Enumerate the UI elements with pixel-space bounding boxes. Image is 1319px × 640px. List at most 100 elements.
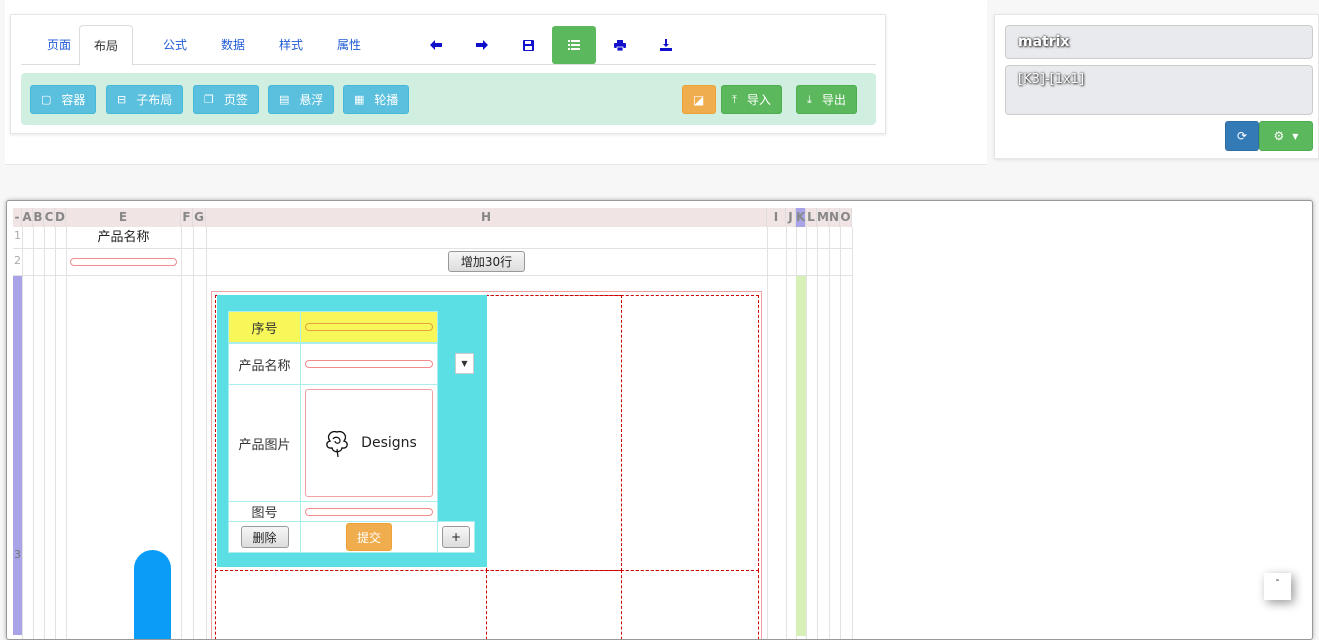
box-icon: ⊟ [117, 93, 127, 106]
tab-formula[interactable]: 公式 [149, 25, 201, 65]
grid-line [786, 227, 787, 639]
selected-cell-k3[interactable] [796, 276, 806, 636]
export-button[interactable]: ⤓ 导出 [796, 85, 857, 114]
tabpage-button[interactable]: ❐ 页签 [193, 85, 259, 114]
export-icon: ⤓ [807, 92, 812, 106]
grid-line [13, 275, 853, 276]
delete-button[interactable]: 删除 [240, 526, 289, 548]
grid-line [181, 227, 182, 639]
download-icon[interactable] [644, 25, 688, 65]
col-header-m[interactable]: M [817, 208, 829, 227]
serial-input[interactable] [305, 323, 433, 331]
grid-line [840, 227, 841, 639]
col-header-g[interactable]: G [193, 208, 206, 227]
col-header-n[interactable]: N [829, 208, 840, 227]
col-header-d[interactable]: D [55, 208, 66, 227]
tab-property[interactable]: 属性 [323, 25, 375, 65]
floating-button[interactable]: ▤ 悬浮 [268, 85, 335, 114]
col-header-j[interactable]: J [786, 208, 796, 227]
grid-line [817, 227, 818, 639]
tab-bar: 页面 布局 公式 数据 样式 属性 [21, 25, 876, 66]
arrow-right-icon[interactable] [460, 25, 504, 65]
container-button[interactable]: ▢ 容器 [30, 85, 97, 114]
sublayout-button[interactable]: ⊟ 子布局 [106, 85, 184, 114]
grid-line [852, 227, 853, 639]
rose-logo-icon [326, 430, 349, 458]
square-icon: ▢ [41, 93, 52, 106]
copy-icon: ❐ [204, 93, 214, 106]
product-name-header: 产品名称 [97, 230, 150, 245]
layout-region [486, 570, 622, 639]
serial-label: 序号 [228, 311, 301, 343]
product-name-cell [300, 343, 438, 385]
arrow-left-icon[interactable] [414, 25, 458, 65]
import-button[interactable]: ⤒ 导入 [721, 85, 782, 114]
film-icon: ▦ [354, 93, 365, 106]
caret-down-icon: ▼ [461, 359, 468, 368]
col-header-l[interactable]: L [806, 208, 817, 227]
grid-line [193, 227, 194, 639]
list-icon[interactable] [552, 26, 596, 64]
col-header-b[interactable]: B [33, 208, 44, 227]
add-cell: + [437, 521, 475, 553]
submit-button[interactable]: 提交 [346, 523, 392, 551]
grid-line [206, 227, 207, 639]
row-header-2[interactable]: 2 [13, 254, 22, 267]
grid-line [806, 227, 807, 639]
decorative-shape [134, 550, 171, 639]
col-header-h[interactable]: H [206, 208, 767, 227]
save-icon[interactable] [506, 25, 550, 65]
grid-line [767, 227, 768, 639]
row-header-1[interactable]: 1 [13, 229, 22, 242]
drawing-no-label: 图号 [228, 501, 301, 522]
print-icon[interactable] [598, 25, 642, 65]
refresh-icon: ⟳ [1236, 129, 1248, 143]
property-side-panel: matrix [K3]-[1x1] ⟳ ⚙ ▼ [994, 14, 1319, 159]
tab-style[interactable]: 样式 [265, 25, 317, 65]
tab-page[interactable]: 页面 [33, 25, 85, 65]
product-image-label: 产品图片 [228, 384, 301, 502]
col-header-o[interactable]: O [840, 208, 852, 227]
eraser-icon: ◪ [693, 92, 705, 107]
grid-line [44, 227, 45, 639]
col-header-corner[interactable]: - [13, 208, 22, 227]
designer-toolbar: 页面 布局 公式 数据 样式 属性 ▢ 容器 ⊟ 子布局 ❐ 页签 ▤ 悬浮 ▦… [10, 14, 886, 134]
tab-layout[interactable]: 布局 [79, 25, 134, 66]
product-image[interactable]: Designs [305, 389, 433, 497]
grid-line [13, 248, 853, 249]
eraser-button[interactable]: ◪ [682, 85, 716, 114]
grid-line [66, 227, 67, 639]
serial-cell [300, 311, 438, 343]
dropdown-button[interactable]: ▼ [455, 353, 474, 374]
col-header-a[interactable]: A [22, 208, 33, 227]
product-image-cell: Designs [300, 384, 438, 502]
grid-line [33, 227, 34, 639]
action-bar: ▢ 容器 ⊟ 子布局 ❐ 页签 ▤ 悬浮 ▦ 轮播 ◪ ⤒ 导入 ⤓ 导出 [21, 73, 876, 125]
comment-icon: ▤ [279, 93, 290, 106]
image-caption: Designs [361, 435, 417, 451]
add-row-button[interactable]: + [442, 526, 470, 548]
col-header-c[interactable]: C [44, 208, 55, 227]
product-name-filter-input[interactable] [70, 258, 177, 266]
settings-dropdown-button[interactable]: ⚙ ▼ [1259, 121, 1313, 151]
upload-icon: ⤒ [732, 92, 737, 106]
grid-line [55, 227, 56, 639]
col-header-f[interactable]: F [181, 208, 193, 227]
floating-collapse-button[interactable]: - [1264, 573, 1291, 600]
col-header-i[interactable]: I [767, 208, 786, 227]
grid-line [829, 227, 830, 639]
drawing-no-cell [300, 501, 438, 522]
layout-region [486, 295, 622, 571]
add-30-rows-button[interactable]: 增加30行 [448, 251, 525, 272]
grid-line [22, 227, 23, 639]
refresh-button[interactable]: ⟳ [1225, 121, 1259, 151]
carousel-button[interactable]: ▦ 轮播 [343, 85, 410, 114]
row-header-3[interactable]: 3 [13, 275, 22, 635]
col-header-k[interactable]: K [796, 208, 806, 227]
delete-cell: 删除 [228, 521, 301, 553]
product-name-input[interactable] [305, 360, 433, 368]
spreadsheet-panel: - A B C D E F G H I J K L M N O 1 2 3 产品… [6, 200, 1313, 640]
drawing-no-input[interactable] [305, 507, 433, 516]
col-header-e[interactable]: E [66, 208, 181, 227]
tab-data[interactable]: 数据 [207, 25, 259, 65]
